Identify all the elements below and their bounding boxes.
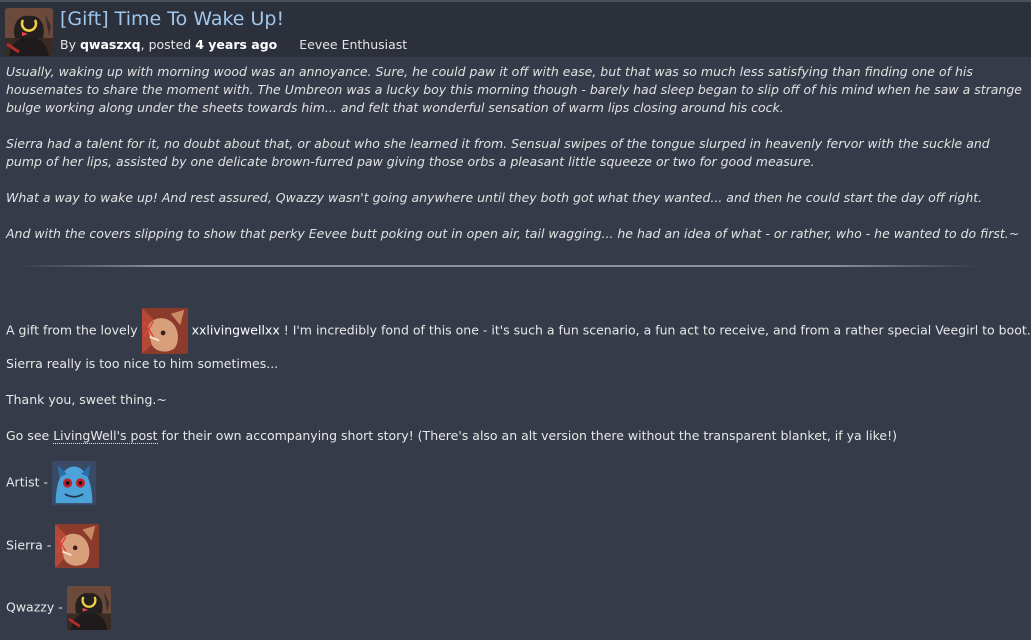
sierra-avatar[interactable] — [55, 524, 99, 568]
umbreon-avatar-image — [5, 8, 53, 56]
qwazzy-label: Qwazzy - — [6, 599, 63, 615]
posted-label: , posted — [140, 37, 192, 52]
gift-line: A gift from the lovely xxlivingwellxx ! … — [6, 308, 1031, 354]
see-prefix: Go see — [6, 428, 50, 443]
gift-suffix: ! I'm incredibly fond of this one - it's… — [283, 322, 1031, 338]
description-paragraph: Sierra had a talent for it, no doubt abo… — [6, 136, 990, 169]
description-paragraph: And with the covers slipping to show tha… — [6, 226, 1020, 241]
umbreon-avatar-image — [67, 586, 111, 630]
livingwell-post-link[interactable]: LivingWell's post — [53, 428, 158, 444]
eevee-avatar-image — [55, 524, 99, 568]
by-label: By — [60, 37, 76, 52]
gift-prefix: A gift from the lovely — [6, 322, 138, 338]
artist-avatar[interactable] — [52, 461, 96, 505]
artist-avatar-image — [52, 461, 96, 505]
post-byline: By qwaszxq, posted 4 years ago Eevee Ent… — [60, 37, 407, 52]
see-suffix: for their own accompanying short story! … — [161, 428, 897, 443]
user-rank: Eevee Enthusiast — [299, 37, 408, 52]
sierra-label: Sierra - — [6, 537, 52, 553]
description-paragraph: What a way to wake up! And rest assured,… — [6, 190, 983, 205]
author-link[interactable]: qwaszxq — [80, 37, 141, 52]
post-date: 4 years ago — [195, 37, 278, 52]
sierra-line: Sierra really is too nice to him sometim… — [6, 356, 279, 371]
qwazzy-avatar[interactable] — [67, 586, 111, 630]
post-title[interactable]: [Gift] Time To Wake Up! — [60, 8, 284, 30]
thanks-line: Thank you, sweet thing.~ — [6, 392, 167, 407]
see-post-line: Go see LivingWell's post for their own a… — [6, 428, 897, 444]
post-description: Usually, waking up with morning wood was… — [6, 63, 1026, 261]
qwazzy-avatar-line: Qwazzy - — [6, 586, 111, 630]
description-paragraph: Usually, waking up with morning wood was… — [6, 64, 1022, 115]
artist-label: Artist - — [6, 474, 48, 490]
post-header: [Gift] Time To Wake Up! By qwaszxq, post… — [0, 0, 1031, 57]
sierra-avatar-line: Sierra - — [6, 524, 99, 568]
eevee-avatar-image — [142, 308, 188, 354]
gift-user-avatar[interactable] — [142, 308, 188, 354]
gift-user-link[interactable]: xxlivingwellxx — [192, 323, 280, 338]
author-avatar[interactable] — [5, 8, 53, 56]
artist-line: Artist - — [6, 461, 96, 505]
section-divider — [18, 265, 978, 267]
